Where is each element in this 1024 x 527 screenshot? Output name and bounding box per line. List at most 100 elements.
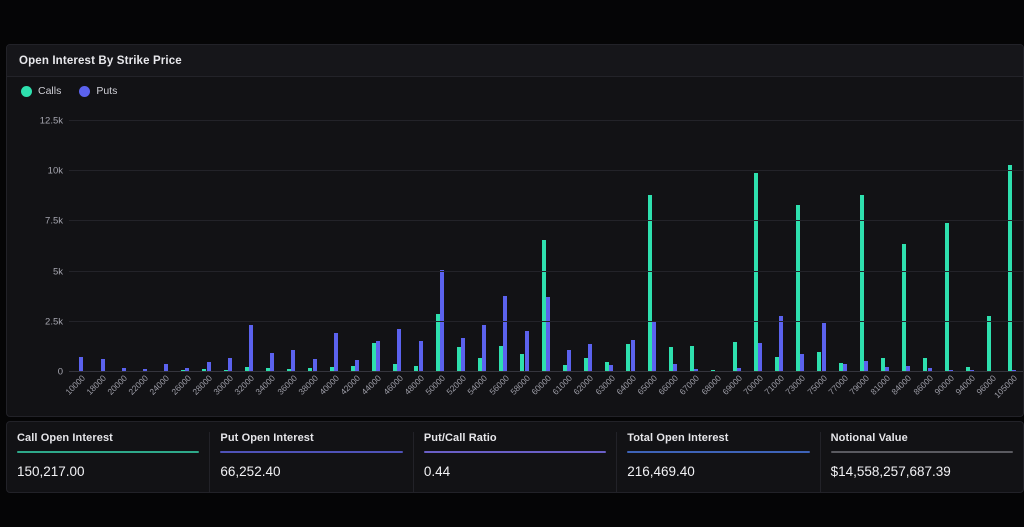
chart-card-header: Open Interest By Strike Price <box>7 45 1023 77</box>
bar-group[interactable] <box>620 121 641 372</box>
bar-puts[interactable] <box>376 340 381 372</box>
bar-puts[interactable] <box>567 349 572 372</box>
bar-group[interactable] <box>111 121 132 372</box>
bar-puts[interactable] <box>482 324 487 372</box>
bar-group[interactable] <box>938 121 959 372</box>
bar-group[interactable] <box>641 121 662 372</box>
bar-group[interactable] <box>854 121 875 372</box>
bar-group[interactable] <box>69 121 90 372</box>
x-axis-tick: 30000 <box>211 373 236 397</box>
x-axis-tick: 71000 <box>762 373 787 397</box>
x-axis-tick: 10000 <box>62 373 87 397</box>
stat-label: Notional Value <box>830 432 908 444</box>
bar-group[interactable] <box>90 121 111 372</box>
bar-puts[interactable] <box>545 296 550 372</box>
stat-accent-rule <box>627 451 810 453</box>
x-axis-tick: 60000 <box>529 373 554 397</box>
bar-puts[interactable] <box>397 328 402 372</box>
bar-puts[interactable] <box>503 295 508 372</box>
x-axis-tick: 26000 <box>168 373 193 397</box>
bar-group[interactable] <box>345 121 366 372</box>
chart-bars <box>69 121 1023 372</box>
bar-puts[interactable] <box>79 356 84 372</box>
bar-calls[interactable] <box>944 223 949 372</box>
stat-label: Put/Call Ratio <box>423 432 497 444</box>
bar-calls[interactable] <box>859 195 864 372</box>
x-axis-tick: 66000 <box>656 373 681 397</box>
bar-group[interactable] <box>705 121 726 372</box>
bar-puts[interactable] <box>757 342 762 372</box>
bar-puts[interactable] <box>651 320 656 372</box>
y-axis-tick: 7.5k <box>45 215 63 227</box>
bar-group[interactable] <box>323 121 344 372</box>
x-axis-tick: 48000 <box>402 373 426 397</box>
stat-card: Put Open Interest 66,252.40 <box>209 432 412 492</box>
stat-card: Total Open Interest 216,469.40 <box>616 432 819 492</box>
legend-item-calls[interactable]: Calls <box>21 85 61 97</box>
bar-calls[interactable] <box>796 205 801 372</box>
bar-group[interactable] <box>239 121 260 372</box>
x-axis-tick: 90000 <box>932 373 956 397</box>
bar-group[interactable] <box>302 121 323 372</box>
bar-group[interactable] <box>429 121 450 372</box>
bar-group[interactable] <box>726 121 747 372</box>
bar-group[interactable] <box>535 121 556 372</box>
bar-puts[interactable] <box>249 324 254 372</box>
bar-group[interactable] <box>260 121 281 372</box>
bar-group[interactable] <box>472 121 493 372</box>
bar-group[interactable] <box>832 121 853 372</box>
bar-group[interactable] <box>769 121 790 372</box>
x-axis-tick: 84000 <box>889 373 914 397</box>
x-axis-tick: 58000 <box>508 373 532 397</box>
bar-puts[interactable] <box>524 330 529 372</box>
stat-label: Put Open Interest <box>220 432 314 444</box>
bar-puts[interactable] <box>588 343 593 372</box>
bar-group[interactable] <box>387 121 408 372</box>
bar-calls[interactable] <box>986 315 991 372</box>
bar-puts[interactable] <box>461 337 466 372</box>
x-axis-tick: 18000 <box>84 373 108 397</box>
bar-group[interactable] <box>493 121 514 372</box>
bar-group[interactable] <box>451 121 472 372</box>
bar-group[interactable] <box>790 121 811 372</box>
x-axis-tick: 69000 <box>720 373 744 397</box>
bar-group[interactable] <box>875 121 896 372</box>
x-axis-tick: 54000 <box>465 373 490 397</box>
bar-group[interactable] <box>917 121 938 372</box>
bar-group[interactable] <box>811 121 832 372</box>
bar-group[interactable] <box>663 121 684 372</box>
bar-puts[interactable] <box>800 353 805 372</box>
bar-group[interactable] <box>175 121 196 372</box>
bar-calls[interactable] <box>1008 165 1013 372</box>
bar-group[interactable] <box>960 121 981 372</box>
bar-group[interactable] <box>599 121 620 372</box>
legend-item-puts[interactable]: Puts <box>79 85 117 97</box>
bar-group[interactable] <box>896 121 917 372</box>
bar-group[interactable] <box>196 121 217 372</box>
bar-group[interactable] <box>133 121 154 372</box>
bar-puts[interactable] <box>227 357 232 372</box>
bar-group[interactable] <box>217 121 238 372</box>
bar-group[interactable] <box>981 121 1002 372</box>
bar-calls[interactable] <box>902 243 907 372</box>
bar-puts[interactable] <box>418 340 423 372</box>
bar-group[interactable] <box>366 121 387 372</box>
bar-group[interactable] <box>748 121 769 372</box>
bar-puts[interactable] <box>270 352 275 372</box>
bar-puts[interactable] <box>630 339 635 372</box>
x-axis-tick: 52000 <box>444 373 469 397</box>
bar-puts[interactable] <box>821 322 826 372</box>
bar-group[interactable] <box>514 121 535 372</box>
open-interest-chart-card: Open Interest By Strike Price Calls Puts … <box>6 44 1024 417</box>
bar-group[interactable] <box>154 121 175 372</box>
bar-group[interactable] <box>684 121 705 372</box>
bar-group[interactable] <box>408 121 429 372</box>
x-axis-tick: 63000 <box>592 373 617 397</box>
bar-puts[interactable] <box>779 315 784 372</box>
bar-group[interactable] <box>1002 121 1023 372</box>
bar-puts[interactable] <box>333 332 338 372</box>
bar-group[interactable] <box>578 121 599 372</box>
bar-puts[interactable] <box>291 349 296 372</box>
bar-group[interactable] <box>281 121 302 372</box>
bar-group[interactable] <box>557 121 578 372</box>
